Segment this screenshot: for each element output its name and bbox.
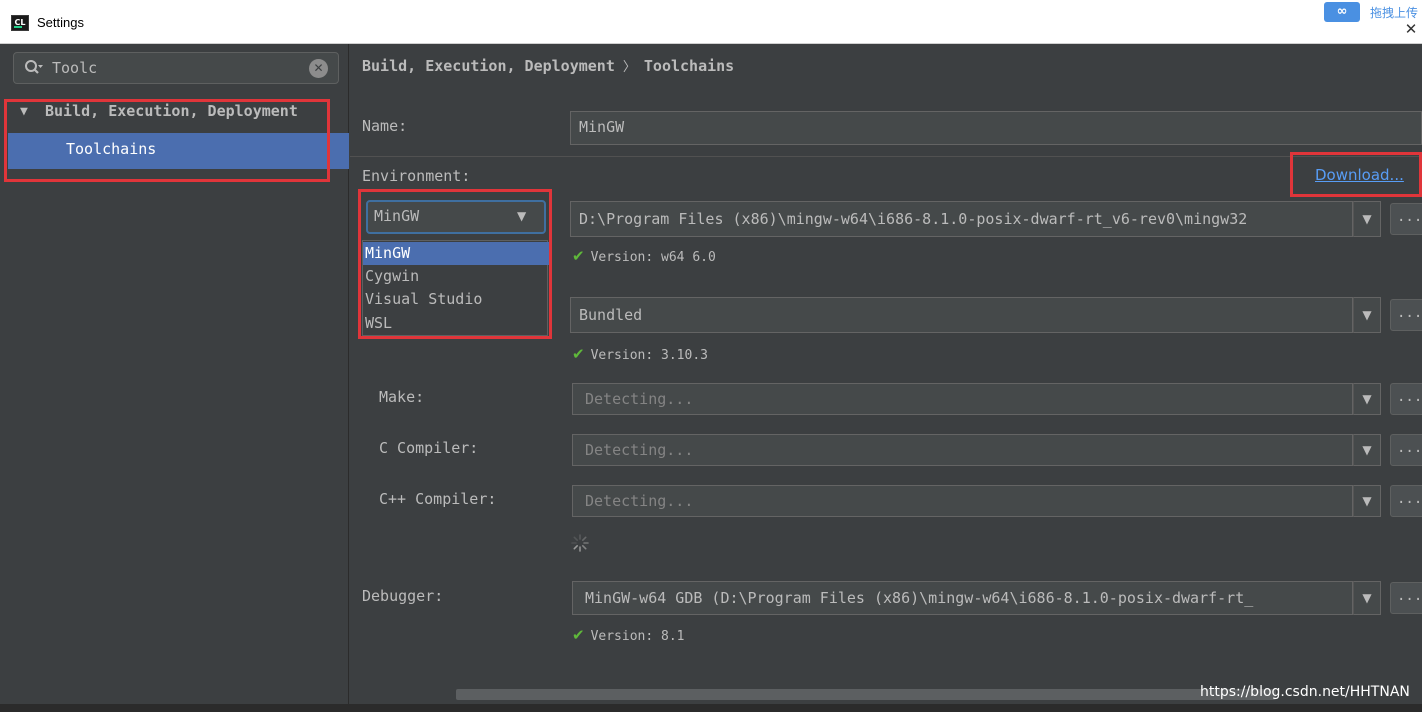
c-compiler-input[interactable]: Detecting... xyxy=(572,434,1353,466)
loading-spinner-icon xyxy=(570,533,590,553)
cmake-version-text: Version: 3.10.3 xyxy=(590,348,708,363)
cpp-compiler-dropdown[interactable]: ▼ xyxy=(1353,485,1381,517)
environment-version-text: Version: w64 6.0 xyxy=(590,250,716,265)
c-compiler-dropdown[interactable]: ▼ xyxy=(1353,434,1381,466)
cpp-compiler-input[interactable]: Detecting... xyxy=(572,485,1353,517)
sidebar-highlight-box xyxy=(4,99,330,182)
search-query-text[interactable]: Toolc xyxy=(52,58,97,78)
debugger-browse-button[interactable]: ... xyxy=(1390,582,1422,614)
name-label: Name: xyxy=(362,117,408,135)
window-title: Settings xyxy=(37,15,84,30)
cmake-version: ✔ Version: 3.10.3 xyxy=(572,346,708,364)
cmake-dropdown[interactable]: ▼ xyxy=(1353,297,1381,333)
name-input[interactable]: MinGW xyxy=(570,111,1422,145)
check-icon: ✔ xyxy=(572,345,585,363)
clion-app-icon: CL xyxy=(11,15,29,31)
make-dropdown[interactable]: ▼ xyxy=(1353,383,1381,415)
c-compiler-label: C Compiler: xyxy=(379,439,479,457)
environment-version: ✔ Version: w64 6.0 xyxy=(572,248,716,266)
scrollbar-thumb[interactable] xyxy=(456,689,1276,700)
download-highlight-box xyxy=(1290,152,1422,197)
title-bar xyxy=(0,0,1422,44)
breadcrumb-parent: Build, Execution, Deployment xyxy=(362,57,615,75)
debugger-dropdown[interactable]: ▼ xyxy=(1353,581,1381,615)
cpp-compiler-label: C++ Compiler: xyxy=(379,490,497,508)
section-divider xyxy=(350,156,1422,157)
environment-browse-button[interactable]: ... xyxy=(1390,203,1422,235)
c-compiler-browse-button[interactable]: ... xyxy=(1390,434,1422,466)
debugger-version: ✔ Version: 8.1 xyxy=(572,627,685,645)
check-icon: ✔ xyxy=(572,247,585,265)
search-icon[interactable] xyxy=(24,58,44,78)
breadcrumb: Build, Execution, Deployment 〉 Toolchains xyxy=(362,56,734,75)
debugger-label: Debugger: xyxy=(362,587,444,605)
breadcrumb-separator: 〉 xyxy=(622,60,636,75)
cpp-compiler-browse-button[interactable]: ... xyxy=(1390,485,1422,517)
debugger-version-text: Version: 8.1 xyxy=(590,629,685,644)
watermark-text: https://blog.csdn.net/HHTNAN xyxy=(1200,684,1410,700)
cmake-select[interactable]: Bundled xyxy=(570,297,1353,333)
close-icon[interactable]: ✕ xyxy=(1402,20,1420,38)
make-input[interactable]: Detecting... xyxy=(572,383,1353,415)
upload-extension-label[interactable]: 拖拽上传 xyxy=(1370,4,1418,21)
cmake-browse-button[interactable]: ... xyxy=(1390,299,1422,331)
debugger-select[interactable]: MinGW-w64 GDB (D:\Program Files (x86)\mi… xyxy=(572,581,1353,615)
window-bottom-edge xyxy=(0,704,1422,712)
check-icon: ✔ xyxy=(572,626,585,644)
environment-highlight-box xyxy=(358,189,552,339)
environment-path-dropdown[interactable]: ▼ xyxy=(1353,201,1381,237)
make-label: Make: xyxy=(379,388,425,406)
environment-path-input[interactable]: D:\Program Files (x86)\mingw-w64\i686-8.… xyxy=(570,201,1353,237)
clear-search-icon[interactable]: ✕ xyxy=(309,59,328,78)
breadcrumb-current: Toolchains xyxy=(643,57,735,75)
environment-label: Environment: xyxy=(362,167,471,185)
upload-extension-icon[interactable]: ∞ xyxy=(1324,2,1360,22)
make-browse-button[interactable]: ... xyxy=(1390,383,1422,415)
